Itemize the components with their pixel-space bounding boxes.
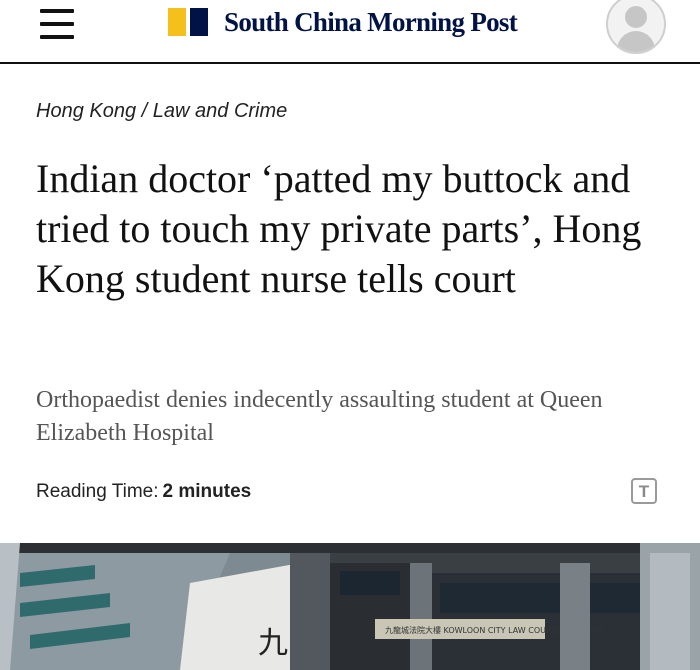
hero-image: 九 九龍城法院大樓 KOWLOON CITY LAW COURTS BUILDI… [0, 543, 700, 670]
article-headline: Indian doctor ‘patted my buttock and tri… [36, 156, 642, 301]
top-navigation-bar: South China Morning Post [0, 0, 700, 64]
reading-time-label: Reading Time: [36, 481, 159, 502]
breadcrumb-separator: / [141, 100, 148, 122]
breadcrumb-subsection-link[interactable]: Law and Crime [153, 100, 288, 122]
court-building-photo: 九 九龍城法院大樓 KOWLOON CITY LAW COURTS BUILDI… [0, 543, 700, 670]
article-subheadline: Orthopaedist denies indecently assaultin… [36, 387, 603, 446]
brand-name: South China Morning Post [224, 6, 518, 37]
brand-logo[interactable]: South China Morning Post [168, 6, 518, 38]
text-size-glyph: T [638, 481, 650, 501]
hero-sign-char: 九 [258, 626, 288, 661]
breadcrumb-section-link[interactable]: Hong Kong [36, 100, 136, 122]
breadcrumb: Hong Kong / Law and Crime [36, 100, 287, 123]
user-avatar-icon[interactable] [606, 0, 666, 54]
brand-logo-mark [168, 8, 208, 36]
reading-time-value: 2 minutes [162, 481, 252, 502]
reading-time: Reading Time: 2 minutes [36, 481, 251, 503]
text-size-icon[interactable]: T [631, 478, 657, 504]
hamburger-menu-icon[interactable] [40, 9, 74, 39]
